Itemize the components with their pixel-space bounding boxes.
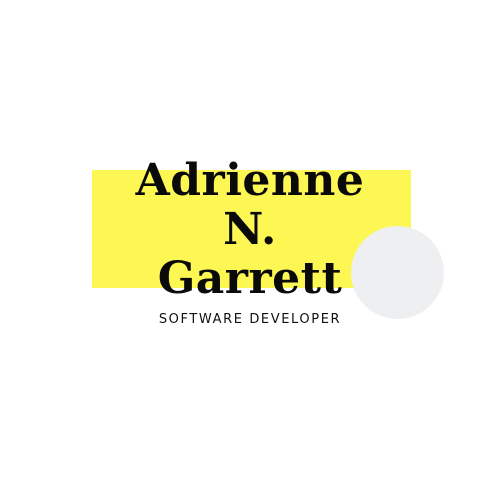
name-first: Adrienne <box>135 155 365 206</box>
name-last: Garrett <box>157 253 343 304</box>
logo-canvas: Adrienne N. Garrett SOFTWARE DEVELOPER <box>0 0 500 500</box>
job-title: SOFTWARE DEVELOPER <box>158 312 342 327</box>
name-middle-initial: N. <box>223 204 277 255</box>
name-title: Adrienne N. Garrett <box>0 156 500 303</box>
